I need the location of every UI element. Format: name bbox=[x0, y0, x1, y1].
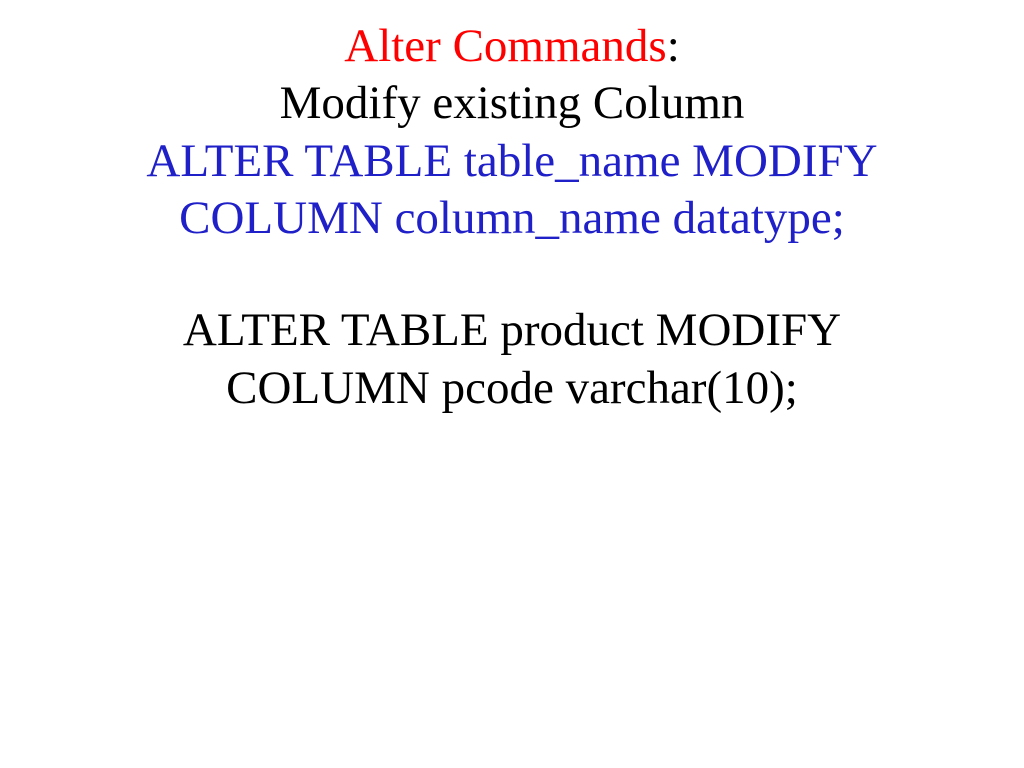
slide-title: Alter Commands bbox=[344, 20, 666, 72]
example-line-2: COLUMN pcode varchar(10); bbox=[0, 360, 1024, 417]
slide-content: Alter Commands: Modify existing Column A… bbox=[0, 18, 1024, 417]
subtitle: Modify existing Column bbox=[0, 75, 1024, 132]
example-line-1: ALTER TABLE product MODIFY bbox=[0, 302, 1024, 359]
syntax-line-1: ALTER TABLE table_name MODIFY bbox=[0, 133, 1024, 190]
title-colon: : bbox=[667, 20, 680, 72]
heading-line: Alter Commands: bbox=[0, 18, 1024, 75]
syntax-line-2: COLUMN column_name datatype; bbox=[0, 190, 1024, 247]
spacer bbox=[0, 247, 1024, 302]
